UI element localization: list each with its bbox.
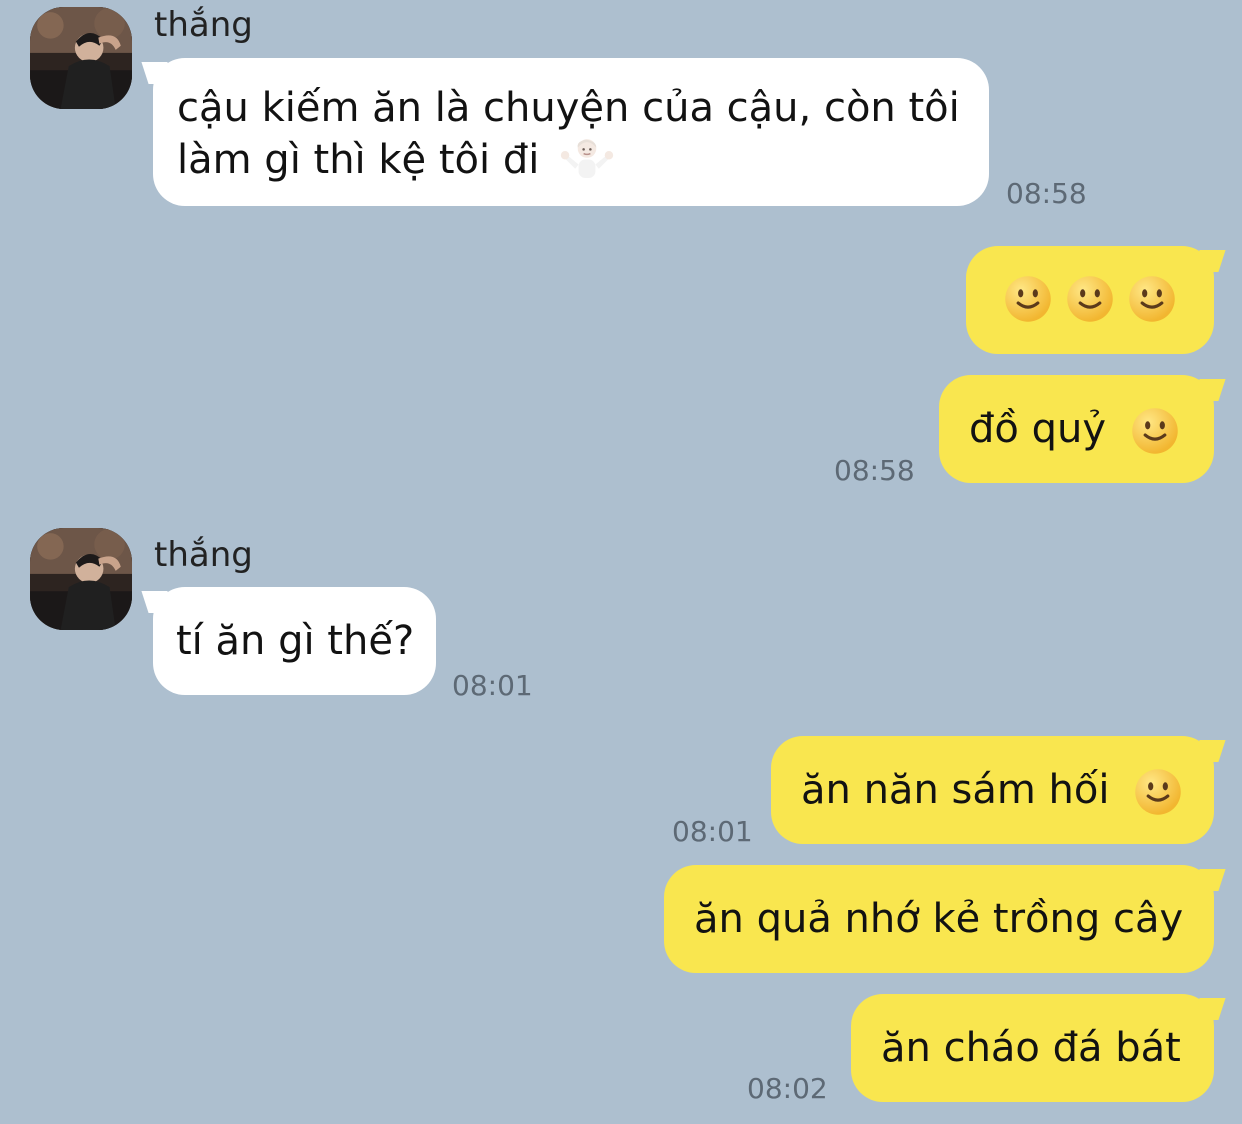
message-text-segment: đồ quỷ: [969, 406, 1106, 452]
outgoing-message-bubble[interactable]: ăn năn sám hối: [771, 736, 1214, 844]
slightly-smiling-face-emoji-icon: [1067, 276, 1113, 322]
incoming-message-bubble[interactable]: tí ăn gì thế?: [153, 587, 436, 695]
message-text: ăn năn sám hối: [801, 764, 1186, 818]
message-text: tí ăn gì thế?: [176, 618, 415, 664]
message-timestamp: 08:01: [452, 669, 533, 702]
message-timestamp: 08:58: [1006, 177, 1087, 210]
avatar[interactable]: [30, 528, 132, 630]
avatar[interactable]: [30, 7, 132, 109]
message-text: đồ quỷ: [969, 403, 1186, 457]
slightly-smiling-face-emoji-icon: [1129, 276, 1175, 322]
outgoing-message-bubble[interactable]: đồ quỷ: [939, 375, 1214, 483]
chat-thread: thắng cậu kiếm ăn là chuyện của cậu, còn…: [0, 0, 1242, 1124]
message-timestamp: 08:02: [747, 1072, 828, 1105]
slightly-smiling-face-emoji-icon: [1135, 769, 1181, 815]
avatar-photo-icon: [30, 528, 132, 630]
message-text-segment: ăn năn sám hối: [801, 767, 1110, 813]
outgoing-message-bubble[interactable]: ăn quả nhớ kẻ trồng cây: [664, 865, 1214, 973]
message-text: cậu kiếm ăn là chuyện của cậu, còn tôi l…: [177, 82, 965, 189]
sender-name: thắng: [154, 535, 253, 575]
message-text: ăn quả nhớ kẻ trồng cây: [694, 896, 1184, 942]
message-text-line: làm gì thì kệ tôi đi: [177, 134, 965, 189]
outgoing-message-bubble[interactable]: ăn cháo đá bát: [851, 994, 1214, 1102]
emoji-message: [988, 273, 1192, 325]
message-timestamp: 08:58: [834, 454, 915, 487]
outgoing-message-bubble[interactable]: [966, 246, 1214, 354]
slightly-smiling-face-emoji-icon: [1005, 276, 1051, 322]
sender-name: thắng: [154, 5, 253, 45]
avatar-photo-icon: [30, 7, 132, 109]
message-text-line: cậu kiếm ăn là chuyện của cậu, còn tôi: [177, 85, 960, 131]
message-timestamp: 08:01: [672, 815, 753, 848]
shrug-emoji-icon: [560, 139, 614, 179]
incoming-message-bubble[interactable]: cậu kiếm ăn là chuyện của cậu, còn tôi l…: [153, 58, 989, 206]
slightly-smiling-face-emoji-icon: [1131, 408, 1178, 454]
message-text-segment: làm gì thì kệ tôi đi: [177, 137, 540, 183]
message-text: ăn cháo đá bát: [881, 1025, 1181, 1071]
